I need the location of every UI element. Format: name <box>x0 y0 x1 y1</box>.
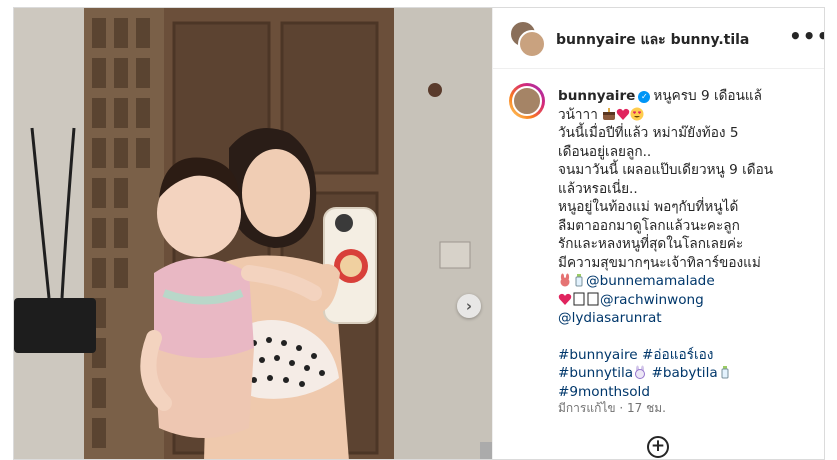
mention-link[interactable]: @bunnemamalade <box>586 273 715 289</box>
caption-line: หนูครบ 9 เดือนแล้ <box>653 88 762 104</box>
missing-glyph-icon <box>573 292 585 305</box>
heart-emoji-icon <box>616 108 630 120</box>
bottle-emoji-icon <box>721 366 729 379</box>
caption-line: เดือนอยู่เลยลูก.. <box>558 143 652 160</box>
bottle-emoji-icon <box>575 274 583 287</box>
caption-line: ลืมตาออกมาดูโลกแล้วนะคะลูก <box>558 217 740 234</box>
caption-line: วันนี้เมื่อปีที่แล้ว หม่าม๊ยังท้อง 5 <box>558 125 739 141</box>
caption-line: รักและหลงหนูที่สุดในโลกเลยค่ะ <box>558 236 744 252</box>
cake-emoji-icon <box>603 107 616 120</box>
caption-line: จนมาวันนี้ เผลอแป๊บเดียวหนู 9 เดือน <box>558 162 774 178</box>
hashtag-link[interactable]: #babytila <box>651 365 717 381</box>
post-header: bunnyaire และ bunny.tila ••• <box>493 8 824 69</box>
bunny-emoji-icon <box>560 273 570 287</box>
verified-badge-icon: ✓ <box>638 91 651 103</box>
post-modal: › bunnyaire และ bunny.tila ••• bunnyaire… <box>13 7 825 460</box>
mention-link[interactable]: @rachwinwong <box>600 292 704 308</box>
post-sidebar: bunnyaire และ bunny.tila ••• bunnyaire✓ห… <box>492 8 824 459</box>
avatar <box>518 30 546 58</box>
rabbit-emoji-icon <box>635 365 646 379</box>
missing-glyph-icon <box>587 292 599 305</box>
hashtag-link[interactable]: #bunnyaire <box>558 347 638 363</box>
plus-circle-icon[interactable]: + <box>647 436 669 458</box>
caption-line: วน้าาา <box>558 106 598 123</box>
heart-emoji-icon <box>558 293 572 305</box>
hashtag-link[interactable]: #อ่อแอร์เอง <box>642 347 713 363</box>
more-horizontal-icon[interactable]: ••• <box>789 24 824 48</box>
post-meta: มีการแก้ไข · 17 ชม. <box>558 401 666 415</box>
caption-avatar[interactable] <box>509 83 545 119</box>
caption-username[interactable]: bunnyaire <box>558 88 635 104</box>
post-caption: bunnyaire ✓ หนูครบ 9 เดือนแล้ วน้าาา วันนี… <box>558 87 790 401</box>
caption-line: แล้วหรอเนี่ย.. <box>558 180 638 197</box>
next-photo-button[interactable]: › <box>457 294 481 318</box>
scrollbar-thumb[interactable] <box>480 442 492 459</box>
post-photo: › <box>14 8 492 459</box>
post-owners[interactable]: bunnyaire และ bunny.tila <box>556 29 749 51</box>
photo-illustration <box>14 8 492 459</box>
hashtag-link[interactable]: #bunnytila <box>558 365 633 381</box>
chevron-right-icon: › <box>465 297 473 315</box>
avatar <box>512 86 542 116</box>
caption-line: มีความสุขมากๆนะเจ้าทิลาร์ของแม่ <box>558 254 761 271</box>
collab-avatars[interactable] <box>509 20 546 58</box>
mention-link[interactable]: @lydiasarunrat <box>558 309 790 328</box>
heart-eyes-emoji-icon <box>630 107 644 120</box>
caption-line: หนูอยู่ในท้องแม่ พอๆกับที่หนูได้ <box>558 199 739 215</box>
